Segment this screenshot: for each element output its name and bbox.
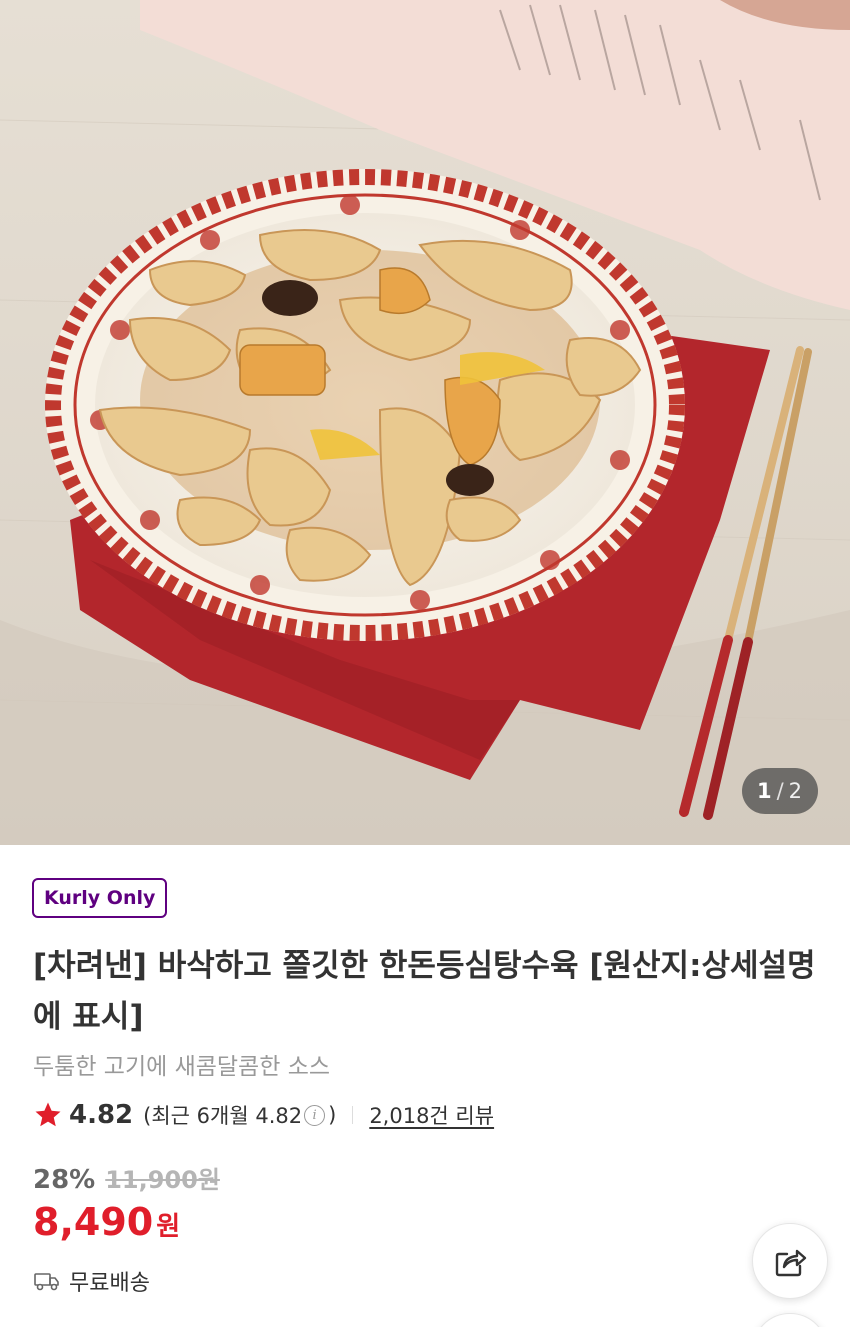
currency-unit: 원 bbox=[156, 1212, 181, 1242]
image-counter-separator: / bbox=[776, 779, 785, 803]
truck-icon bbox=[34, 1273, 59, 1291]
image-counter-total: 2 bbox=[788, 779, 804, 803]
recent-rating-text: (최근 6개월 4.82 bbox=[143, 1104, 303, 1128]
product-info: Kurly Only [차려낸] 바삭하고 쫄깃한 한돈등심탕수육 [원산지:상… bbox=[0, 845, 850, 1327]
delivery-info: 무료배송 bbox=[33, 1265, 150, 1297]
review-count-link[interactable]: 2,018건 리뷰 bbox=[369, 1100, 494, 1130]
image-counter-current: 1 bbox=[756, 779, 773, 803]
divider bbox=[352, 1106, 354, 1124]
image-counter: 1 / 2 bbox=[742, 768, 818, 814]
kurly-only-badge: Kurly Only bbox=[32, 878, 168, 918]
star-icon bbox=[35, 1102, 61, 1127]
delivery-text: 무료배송 bbox=[69, 1271, 150, 1296]
discount-row: 28% 11,900원 bbox=[33, 1160, 220, 1195]
sale-price: 8,490 bbox=[33, 1200, 154, 1244]
floating-button[interactable] bbox=[752, 1313, 828, 1327]
price-row: 8,490 원 bbox=[33, 1200, 180, 1244]
discount-rate: 28% bbox=[33, 1165, 96, 1195]
product-image[interactable]: 1 / 2 bbox=[0, 0, 850, 845]
rating-row: 4.82 (최근 6개월 4.82 i ) 2,018건 리뷰 bbox=[33, 1095, 494, 1135]
product-subtitle: 두툼한 고기에 새콤달콤한 소스 bbox=[33, 1054, 331, 1080]
share-button[interactable] bbox=[752, 1223, 828, 1299]
rating-value: 4.82 bbox=[69, 1100, 134, 1130]
product-photo bbox=[0, 0, 850, 845]
original-price: 11,900원 bbox=[105, 1166, 220, 1194]
recent-rating: (최근 6개월 4.82 i ) bbox=[143, 1100, 336, 1130]
info-icon[interactable]: i bbox=[304, 1104, 326, 1126]
recent-rating-close: ) bbox=[328, 1103, 337, 1127]
share-icon bbox=[775, 1249, 807, 1277]
product-title: [차려낸] 바삭하고 쫄깃한 한돈등심탕수육 [원산지:상세설명에 표시] bbox=[33, 948, 816, 1035]
